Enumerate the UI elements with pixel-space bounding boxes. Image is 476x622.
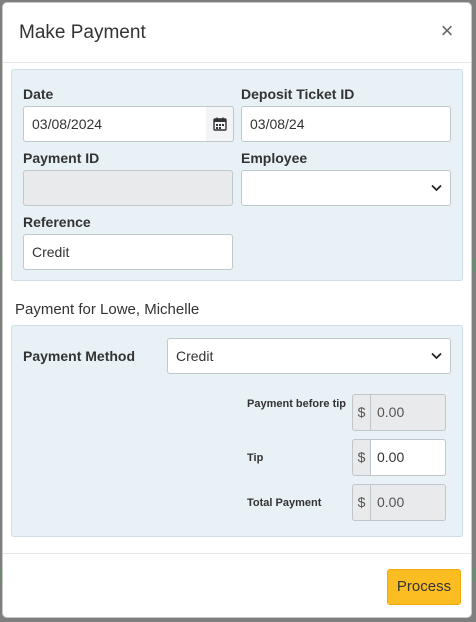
modal-footer: Process (3, 553, 471, 617)
tip-label: Tip (247, 452, 264, 464)
payment-method-panel: Payment Method Credit Payment before tip… (11, 325, 463, 537)
date-input[interactable]: 03/08/2024 (23, 106, 207, 142)
make-payment-modal: Make Payment × Date 03/08/2024 Deposit T… (2, 2, 472, 618)
modal-header: Make Payment × (3, 3, 471, 63)
payment-id-label: Payment ID (23, 150, 100, 166)
payment-details-panel: Date 03/08/2024 Deposit Ticket ID 03/08/… (11, 69, 463, 281)
payment-before-tip-label: Payment before tip (247, 398, 347, 410)
reference-label: Reference (23, 214, 91, 230)
dollar-addon: $ (352, 484, 371, 521)
payment-method-value: Credit (176, 348, 214, 364)
deposit-ticket-label: Deposit Ticket ID (241, 86, 355, 102)
process-button[interactable]: Process (387, 569, 461, 605)
close-icon[interactable]: × (437, 19, 457, 43)
payment-for-heading: Payment for Lowe, Michelle (15, 301, 200, 318)
total-payment-label: Total Payment (247, 497, 322, 509)
backdrop-strip-bottom-right (472, 568, 476, 582)
chevron-down-icon (431, 352, 442, 360)
payment-method-select[interactable]: Credit (167, 338, 451, 374)
deposit-ticket-input[interactable]: 03/08/24 (241, 106, 451, 142)
employee-label: Employee (241, 150, 308, 166)
payment-method-label: Payment Method (23, 348, 136, 364)
employee-select[interactable] (241, 170, 451, 206)
calendar-icon (212, 117, 227, 131)
chevron-down-icon (431, 184, 442, 192)
calendar-button[interactable] (206, 106, 234, 142)
payment-id-input (23, 170, 233, 206)
payment-before-tip-input: 0.00 (371, 394, 446, 431)
tip-input[interactable]: 0.00 (371, 439, 446, 476)
date-label: Date (23, 86, 54, 102)
backdrop-strip-right (472, 258, 476, 272)
dollar-addon: $ (352, 439, 371, 476)
dollar-addon: $ (352, 394, 371, 431)
total-payment-input: 0.00 (371, 484, 446, 521)
reference-input[interactable]: Credit (23, 234, 233, 270)
modal-title: Make Payment (19, 22, 146, 43)
